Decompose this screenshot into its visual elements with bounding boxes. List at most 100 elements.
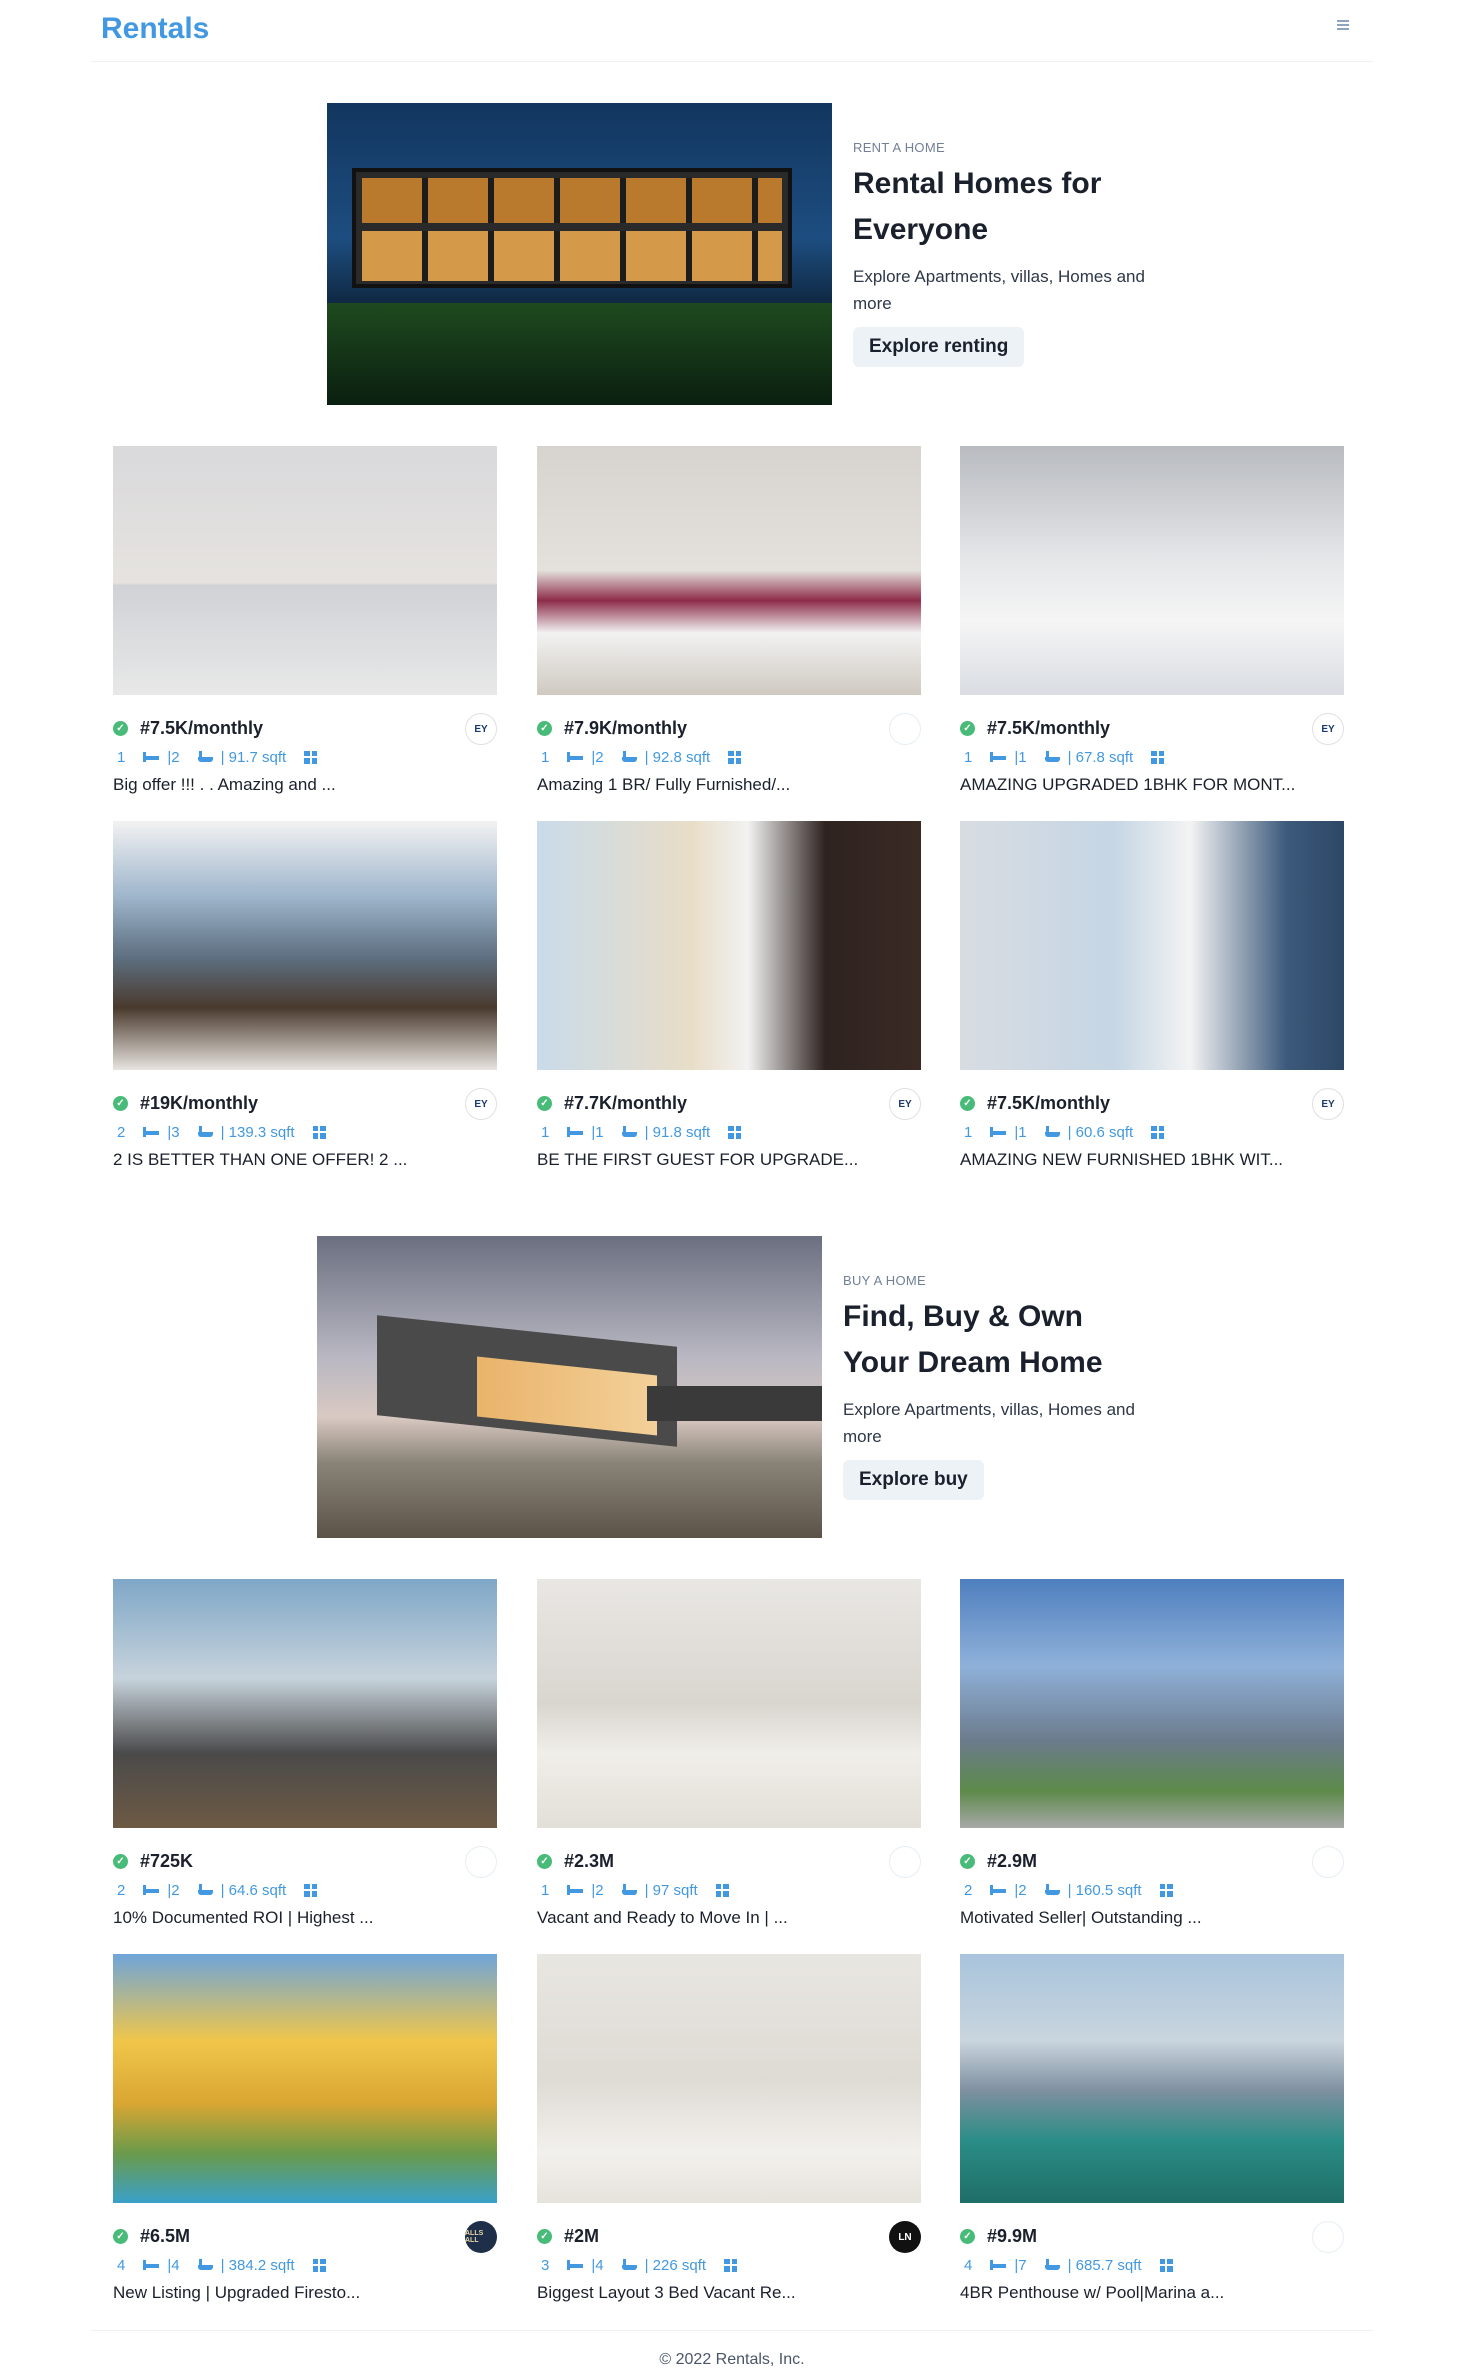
listing-card[interactable]: ✓ #2.3M 1 |2 | 97 sqft Vacant and Ready … — [537, 1579, 921, 1928]
area-grid-icon — [724, 2258, 738, 2272]
area-grid-icon — [715, 1883, 729, 1897]
listing-specs-row: 2 |3 | 139.3 sqft — [113, 1120, 497, 1144]
listing-photo[interactable] — [113, 1579, 497, 1828]
bath-count: |1 — [1014, 748, 1027, 766]
listing-photo[interactable] — [113, 1954, 497, 2203]
listing-photo[interactable] — [537, 1579, 921, 1828]
rent-hero-title: Rental Homes for Everyone — [853, 167, 1102, 246]
listing-title[interactable]: Motivated Seller| Outstanding ... — [960, 1908, 1344, 1928]
bed-count: 1 — [964, 748, 973, 766]
agency-logo[interactable]: EY — [1312, 713, 1344, 745]
listing-price: #2.9M — [987, 1850, 1038, 1871]
bath-icon — [197, 1125, 213, 1139]
bath-icon — [197, 2258, 213, 2272]
area-value: | 64.6 sqft — [220, 1881, 287, 1899]
agency-logo[interactable] — [465, 1846, 497, 1878]
listing-card[interactable]: ✓ #7.5K/monthly EY 1 |1 | 60.6 sqft AMAZ… — [960, 821, 1344, 1170]
listing-photo[interactable] — [113, 821, 497, 1070]
listing-title[interactable]: BE THE FIRST GUEST FOR UPGRADE... — [537, 1150, 921, 1170]
listing-price-row: ✓ #6.5M ALLS ALL — [113, 2221, 497, 2253]
listing-title[interactable]: New Listing | Upgraded Firesto... — [113, 2283, 497, 2303]
listing-card[interactable]: ✓ #2M LN 3 |4 | 226 sqft Biggest Layout … — [537, 1954, 921, 2303]
listing-photo[interactable] — [960, 1954, 1344, 2203]
verified-check-icon: ✓ — [537, 2228, 552, 2244]
listing-card[interactable]: ✓ #725K 2 |2 | 64.6 sqft 10% Documented … — [113, 1579, 497, 1928]
listing-title[interactable]: Biggest Layout 3 Bed Vacant Re... — [537, 2283, 921, 2303]
listing-card[interactable]: ✓ #9.9M 4 |7 | 685.7 sqft 4BR Penthouse … — [960, 1954, 1344, 2303]
agency-logo[interactable]: LN — [889, 2221, 921, 2253]
listing-price-row: ✓ #7.5K/monthly EY — [960, 1088, 1344, 1120]
agency-logo[interactable]: EY — [465, 713, 497, 745]
listing-title[interactable]: 2 IS BETTER THAN ONE OFFER! 2 ... — [113, 1150, 497, 1170]
area-value: | 67.8 sqft — [1067, 748, 1134, 766]
area-value: | 97 sqft — [644, 1881, 698, 1899]
verified-check-icon: ✓ — [537, 1853, 552, 1869]
listing-title[interactable]: 4BR Penthouse w/ Pool|Marina a... — [960, 2283, 1344, 2303]
verified-check-icon: ✓ — [113, 2228, 128, 2244]
listing-card[interactable]: ✓ #6.5M ALLS ALL 4 |4 | 384.2 sqft New L… — [113, 1954, 497, 2303]
agency-logo[interactable] — [889, 1846, 921, 1878]
bed-count: 4 — [117, 2256, 126, 2274]
listing-card[interactable]: ✓ #2.9M 2 |2 | 160.5 sqft Motivated Sell… — [960, 1579, 1344, 1928]
listing-card[interactable]: ✓ #7.9K/monthly 1 |2 | 92.8 sqft Amazing… — [537, 446, 921, 795]
listing-photo[interactable] — [960, 821, 1344, 1070]
listing-photo[interactable] — [960, 1579, 1344, 1828]
listing-specs-row: 1 |1 | 67.8 sqft — [960, 745, 1344, 769]
listing-title[interactable]: Amazing 1 BR/ Fully Furnished/... — [537, 775, 921, 795]
bed-icon — [143, 752, 160, 762]
listing-specs-row: 1 |2 | 91.7 sqft — [113, 745, 497, 769]
listing-title[interactable]: 10% Documented ROI | Highest ... — [113, 1908, 497, 1928]
listing-card[interactable]: ✓ #7.5K/monthly EY 1 |2 | 91.7 sqft Big … — [113, 446, 497, 795]
explore-buy-button[interactable]: Explore buy — [843, 1460, 984, 1500]
area-value: | 226 sqft — [644, 2256, 707, 2274]
listing-title[interactable]: AMAZING UPGRADED 1BHK FOR MONT... — [960, 775, 1344, 795]
listing-card[interactable]: ✓ #19K/monthly EY 2 |3 | 139.3 sqft 2 IS… — [113, 821, 497, 1170]
agency-logo[interactable]: EY — [465, 1088, 497, 1120]
bed-count: 2 — [117, 1123, 126, 1141]
area-value: | 91.8 sqft — [644, 1123, 711, 1141]
buy-hero-title: Find, Buy & Own Your Dream Home — [843, 1300, 1103, 1379]
verified-check-icon: ✓ — [960, 720, 975, 736]
listing-photo[interactable] — [960, 446, 1344, 695]
listing-title[interactable]: AMAZING NEW FURNISHED 1BHK WIT... — [960, 1150, 1344, 1170]
listing-photo[interactable] — [113, 446, 497, 695]
listing-photo[interactable] — [537, 1954, 921, 2203]
agency-logo-text: EY — [474, 723, 488, 735]
bath-count: |2 — [591, 748, 604, 766]
listing-price-row: ✓ #725K — [113, 1846, 497, 1878]
agency-logo-text: EY — [1321, 723, 1335, 735]
listing-price-row: ✓ #7.7K/monthly EY — [537, 1088, 921, 1120]
bath-icon — [621, 750, 637, 764]
agency-logo[interactable]: EY — [889, 1088, 921, 1120]
listing-title[interactable]: Big offer !!! . . Amazing and ... — [113, 775, 497, 795]
hamburger-icon[interactable] — [1337, 18, 1353, 34]
agency-logo[interactable] — [889, 713, 921, 745]
bath-icon — [197, 1883, 213, 1897]
bed-icon — [567, 2260, 584, 2270]
explore-renting-button[interactable]: Explore renting — [853, 327, 1025, 367]
listing-card[interactable]: ✓ #7.7K/monthly EY 1 |1 | 91.8 sqft BE T… — [537, 821, 921, 1170]
listing-price: #7.9K/monthly — [564, 717, 688, 738]
top-navbar: Rentals — [91, 0, 1373, 62]
area-grid-icon — [1159, 1883, 1173, 1897]
agency-logo[interactable] — [1312, 1846, 1344, 1878]
verified-check-icon: ✓ — [113, 1095, 128, 1111]
bath-icon — [197, 750, 213, 764]
listing-price-row: ✓ #2M LN — [537, 2221, 921, 2253]
listing-card[interactable]: ✓ #7.5K/monthly EY 1 |1 | 67.8 sqft AMAZ… — [960, 446, 1344, 795]
area-grid-icon — [728, 750, 742, 764]
listing-price: #7.5K/monthly — [987, 717, 1111, 738]
bed-count: 1 — [541, 1881, 550, 1899]
buy-hero-image — [317, 1236, 822, 1538]
agency-logo[interactable] — [1312, 2221, 1344, 2253]
listing-photo[interactable] — [537, 821, 921, 1070]
listing-specs-row: 4 |4 | 384.2 sqft — [113, 2253, 497, 2277]
listing-title[interactable]: Vacant and Ready to Move In | ... — [537, 1908, 921, 1928]
site-logo[interactable]: Rentals — [101, 12, 209, 46]
agency-logo[interactable]: ALLS ALL — [465, 2221, 497, 2253]
listing-specs-row: 1 |1 | 91.8 sqft — [537, 1120, 921, 1144]
bath-count: |2 — [167, 748, 180, 766]
bed-count: 1 — [541, 748, 550, 766]
agency-logo[interactable]: EY — [1312, 1088, 1344, 1120]
listing-photo[interactable] — [537, 446, 921, 695]
